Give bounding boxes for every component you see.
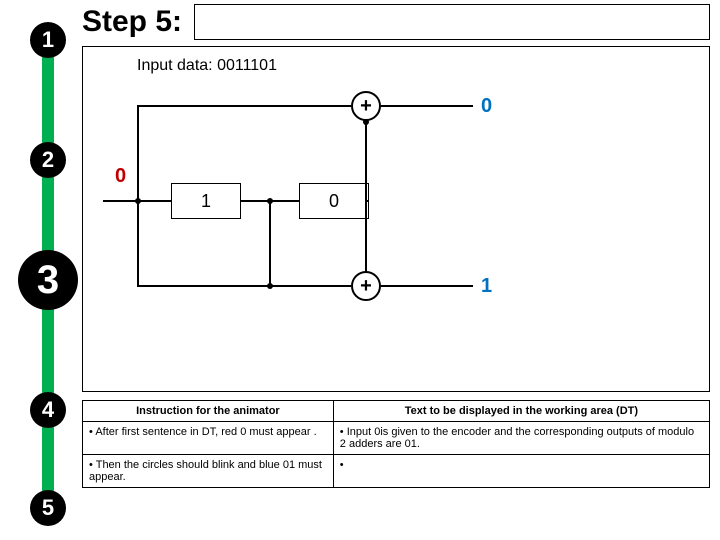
register-2: 0: [299, 183, 369, 219]
output-top: 0: [481, 95, 492, 118]
input-bit: 0: [115, 165, 126, 188]
wire: [137, 201, 139, 286]
register-2-value: 0: [329, 191, 339, 212]
cell-right-0: Input 0is given to the encoder and the c…: [333, 422, 709, 455]
register-1: 1: [171, 183, 241, 219]
table-row: After first sentence in DT, red 0 must a…: [83, 422, 710, 455]
junction-dot: [267, 198, 273, 204]
junction-dot: [363, 119, 369, 125]
wire: [367, 200, 368, 202]
wire: [137, 285, 351, 287]
wire: [365, 119, 367, 183]
wire: [137, 105, 351, 107]
adder-top-symbol: +: [360, 95, 372, 118]
table-header-right: Text to be displayed in the working area…: [333, 401, 709, 422]
wire: [381, 285, 473, 287]
adder-bottom-symbol: +: [360, 275, 372, 298]
wire: [269, 201, 271, 286]
junction-dot: [135, 198, 141, 204]
cell-left-1: Then the circles should blink and blue 0…: [83, 455, 334, 488]
cell-right-1: [333, 455, 709, 488]
instruction-table: Instruction for the animator Text to be …: [82, 400, 710, 488]
wire: [381, 105, 473, 107]
main-content: Step 5: Input data: 0011101 0 + + 1 0 0 …: [82, 4, 710, 488]
title-row: Step 5:: [82, 4, 710, 40]
step-circle-4[interactable]: 4: [30, 392, 66, 428]
wire: [137, 105, 139, 201]
stepper: 12345: [20, 12, 76, 522]
register-1-value: 1: [201, 191, 211, 212]
step-circle-2[interactable]: 2: [30, 142, 66, 178]
adder-bottom: +: [351, 271, 381, 301]
junction-dot: [267, 283, 273, 289]
adder-top: +: [351, 91, 381, 121]
table-header-left: Instruction for the animator: [83, 401, 334, 422]
step-title: Step 5:: [82, 5, 182, 39]
step-circle-1[interactable]: 1: [30, 22, 66, 58]
step-circle-3[interactable]: 3: [18, 250, 78, 310]
output-bottom: 1: [481, 275, 492, 298]
encoder-diagram: Input data: 0011101 0 + + 1 0 0 1: [82, 46, 710, 392]
table-row: Then the circles should blink and blue 0…: [83, 455, 710, 488]
step-circle-5[interactable]: 5: [30, 490, 66, 526]
wire: [365, 219, 367, 273]
title-input-box: [194, 4, 710, 40]
cell-left-0: After first sentence in DT, red 0 must a…: [83, 422, 334, 455]
input-data-label: Input data: 0011101: [137, 57, 277, 75]
wire: [365, 181, 367, 219]
